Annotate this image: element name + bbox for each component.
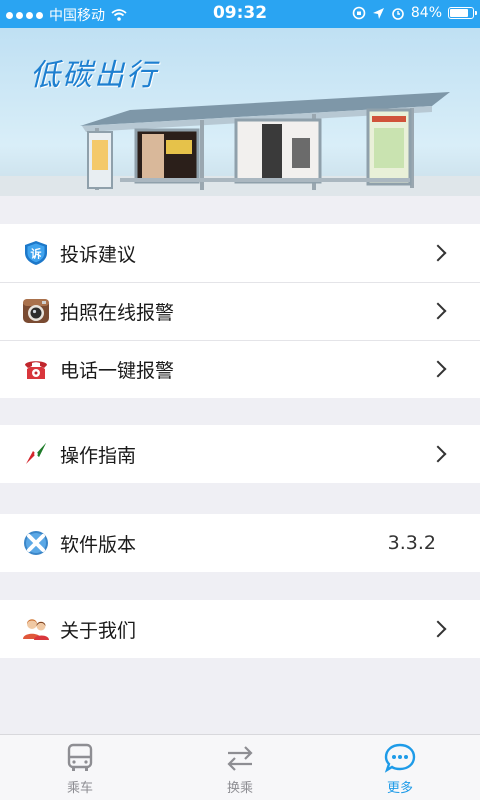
banner-image: 低碳出行 (0, 28, 480, 196)
compass-icon (26, 443, 46, 464)
battery-percent: 84% (410, 5, 442, 21)
telephone-icon (25, 361, 47, 379)
menu-item-about[interactable]: 关于我们 (0, 600, 480, 658)
tab-more-label: 更多 (386, 781, 413, 796)
tab-ride[interactable]: 乘车 (0, 735, 160, 800)
location-arrow-icon (372, 7, 384, 19)
menu-item-phone-report[interactable]: 电话一键报警 (0, 340, 480, 398)
status-right: 84% (352, 5, 477, 21)
chevron-right-icon (429, 620, 447, 638)
version-value: 3.3.2 (387, 532, 436, 554)
battery-icon (448, 7, 477, 19)
menu-group-guide: 操作指南 (0, 425, 480, 483)
bottom-tab-bar: 乘车 换乘 更多 (0, 734, 480, 800)
bus-shelter-illustration (0, 92, 480, 196)
version-label: 软件版本 (60, 533, 137, 556)
more-chat-icon (384, 743, 416, 773)
chevron-right-icon (429, 445, 447, 463)
menu-item-version[interactable]: 软件版本 3.3.2 (0, 514, 480, 572)
about-label: 关于我们 (60, 619, 137, 642)
menu-group-report: 诉 投诉建议 拍照在线报警 电话一键报警 (0, 224, 480, 398)
menu-item-photo-report[interactable]: 拍照在线报警 (0, 282, 480, 340)
photo-report-label: 拍照在线报警 (60, 301, 175, 324)
alarm-icon (392, 8, 404, 20)
transfer-arrows-icon (227, 746, 253, 771)
menu-item-complaint[interactable]: 诉 投诉建议 (0, 224, 480, 282)
camera-icon (23, 299, 49, 323)
bus-icon (67, 743, 93, 771)
rotation-lock-icon (352, 6, 366, 20)
svg-text:诉: 诉 (31, 247, 42, 261)
chevron-right-icon (429, 244, 447, 262)
status-bar: 中国移动 09:32 84% (0, 0, 480, 28)
xbox-circle-icon (24, 531, 48, 555)
tab-transfer[interactable]: 换乘 (160, 735, 320, 800)
tab-ride-label: 乘车 (66, 781, 93, 796)
phone-report-label: 电话一键报警 (60, 359, 175, 382)
menu-group-about: 关于我们 (0, 600, 480, 658)
menu-item-guide[interactable]: 操作指南 (0, 425, 480, 483)
tab-more[interactable]: 更多 (320, 735, 480, 800)
users-icon (23, 619, 49, 640)
menu-group-version: 软件版本 3.3.2 (0, 514, 480, 572)
complaint-label: 投诉建议 (60, 243, 137, 266)
tab-transfer-label: 换乘 (226, 781, 253, 796)
guide-label: 操作指南 (60, 444, 137, 467)
complaint-shield-icon: 诉 (25, 241, 47, 265)
chevron-right-icon (429, 360, 447, 378)
chevron-right-icon (429, 302, 447, 320)
